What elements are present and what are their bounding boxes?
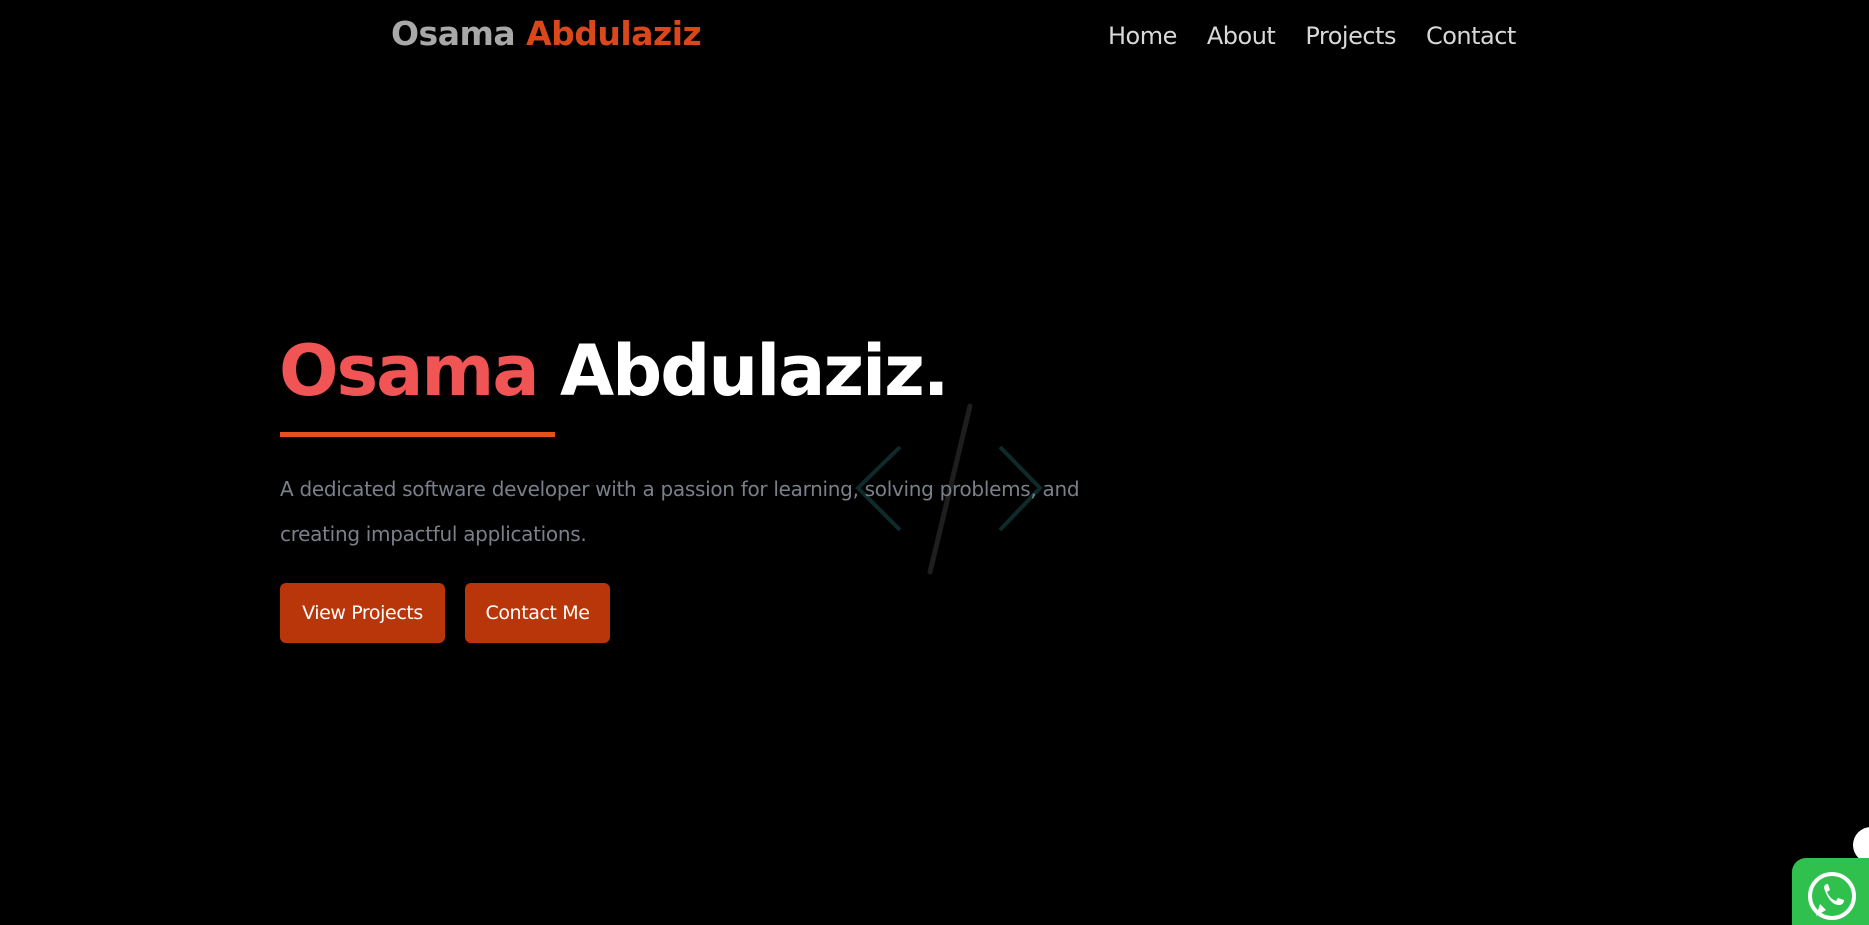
nav-contact-link[interactable]: Contact — [1426, 22, 1516, 50]
logo-last-name: Abdulaziz — [526, 14, 702, 53]
hero-title-underline — [280, 432, 555, 437]
page: Osama Abdulaziz Home About Projects Cont… — [0, 0, 1869, 925]
hero-title-first: Osama — [279, 330, 540, 412]
view-projects-button[interactable]: View Projects — [280, 583, 445, 643]
nav-projects-link[interactable]: Projects — [1305, 22, 1396, 50]
contact-me-button[interactable]: Contact Me — [465, 583, 610, 643]
hero-description: A dedicated software developer with a pa… — [280, 477, 1080, 546]
logo-first-name: Osama — [391, 14, 516, 53]
hero-title: Osama Abdulaziz. — [279, 336, 949, 406]
main-nav: Home About Projects Contact — [1108, 22, 1516, 50]
nav-home-link[interactable]: Home — [1108, 22, 1177, 50]
whatsapp-button[interactable] — [1792, 858, 1869, 925]
whatsapp-icon — [1808, 872, 1856, 920]
site-logo[interactable]: Osama Abdulaziz — [391, 14, 702, 53]
nav-about-link[interactable]: About — [1207, 22, 1276, 50]
